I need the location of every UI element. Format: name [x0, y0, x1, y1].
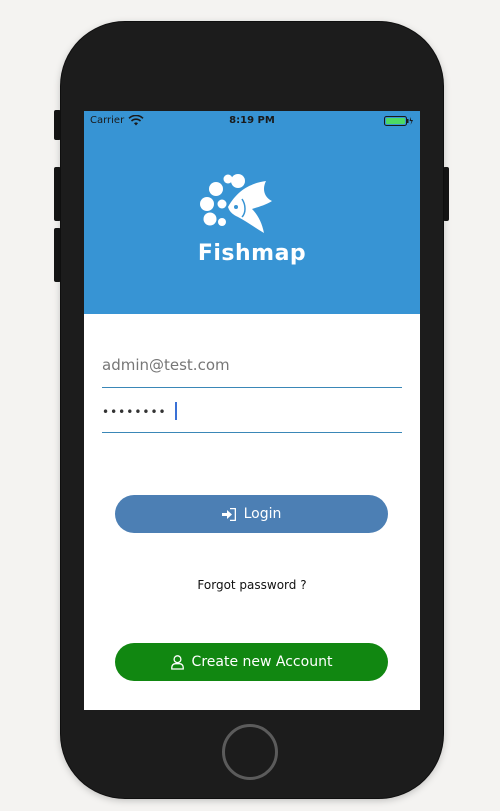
forgot-password-link[interactable]: Forgot password ? [84, 578, 420, 592]
app-header: Carrier 8:19 PM Fishmap [84, 111, 420, 314]
email-placeholder: admin@test.com [102, 356, 230, 374]
user-icon [170, 654, 184, 670]
password-field[interactable]: •••••••• [102, 392, 402, 433]
status-time: 8:19 PM [229, 115, 275, 126]
create-account-button[interactable]: Create new Account [115, 643, 388, 681]
mute-switch [54, 110, 61, 140]
power-button [443, 167, 449, 221]
sign-in-icon [221, 507, 236, 521]
app-screen: Carrier 8:19 PM Fishmap admin@test.com •… [84, 111, 420, 710]
volume-down-button [54, 228, 61, 282]
home-button[interactable] [222, 724, 278, 780]
status-bar: Carrier 8:19 PM [84, 111, 420, 131]
password-value: •••••••• [102, 405, 167, 419]
text-caret [175, 402, 177, 420]
login-button[interactable]: Login [115, 495, 388, 533]
fish-bubbles-icon [200, 174, 272, 233]
email-field[interactable]: admin@test.com [102, 347, 402, 388]
create-account-label: Create new Account [191, 654, 333, 670]
login-label: Login [243, 506, 282, 522]
battery-icon [384, 116, 413, 126]
app-logo-text: Fishmap [197, 241, 307, 266]
volume-up-button [54, 167, 61, 221]
